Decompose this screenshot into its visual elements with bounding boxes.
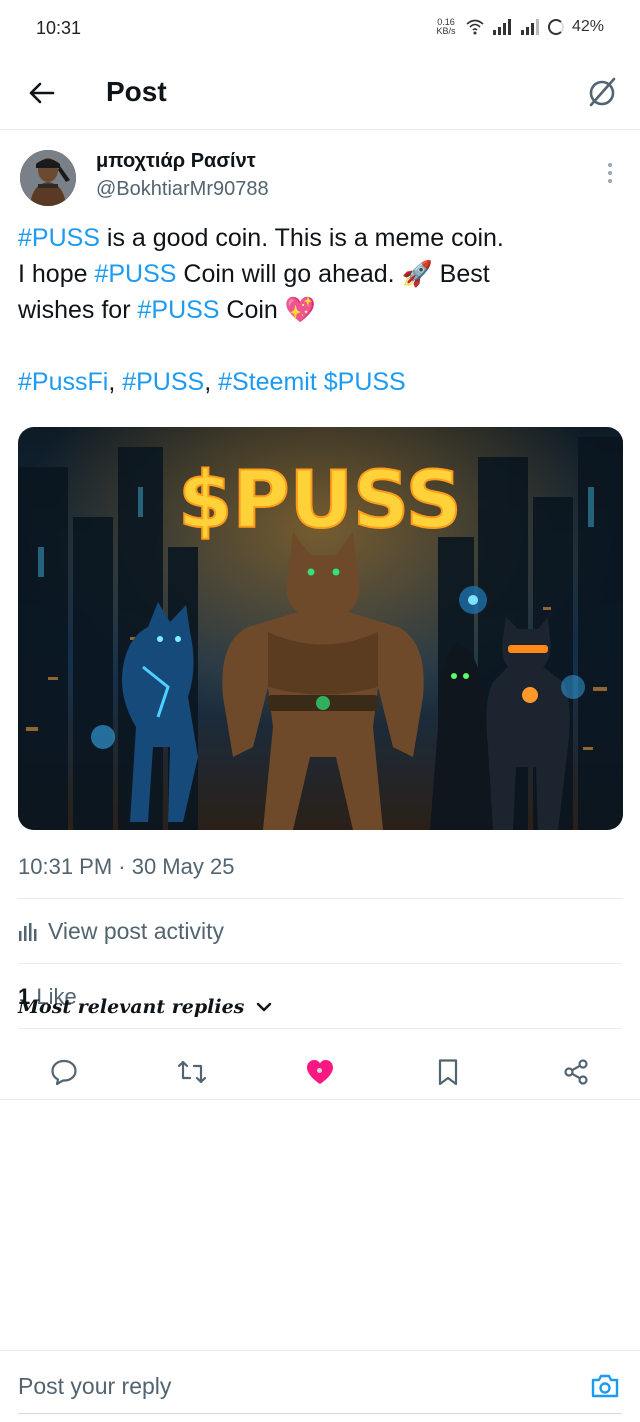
chevron-down-icon	[257, 1002, 272, 1012]
divider	[18, 1028, 622, 1029]
tweet-timestamp: 10:31 PM · 30 May 25	[18, 854, 235, 879]
status-bar: 10:31 0.16 KB/s 42%	[0, 0, 640, 60]
hashtag-link[interactable]: #PUSS	[94, 260, 176, 288]
signal-icon-2	[520, 19, 539, 35]
replies-sort-label: Most relevant replies	[18, 996, 245, 1018]
camera-icon	[591, 1374, 619, 1398]
grok-button[interactable]	[584, 74, 620, 110]
hashtag-link[interactable]: #PussFi	[18, 368, 108, 396]
share-icon	[564, 1059, 588, 1085]
bookmark-icon	[438, 1059, 458, 1086]
back-button[interactable]	[24, 76, 58, 110]
tweet-line-3: wishes for #PUSS Coin 💖	[18, 296, 316, 324]
display-name[interactable]: μποχτιάρ Ρασίντ	[96, 150, 256, 173]
grok-icon	[589, 77, 616, 107]
tweet-line-1: #PUSS is a good coin. This is a meme coi…	[18, 224, 504, 252]
top-bar: Post	[0, 60, 640, 130]
tweet-line-2: I hope #PUSS Coin will go ahead. 🚀 Best	[18, 260, 490, 288]
reply-input[interactable]	[18, 1373, 558, 1400]
loading-indicator	[317, 1068, 322, 1073]
avatar[interactable]	[20, 150, 76, 206]
back-arrow-icon	[29, 82, 55, 104]
hashtag-link[interactable]: #PUSS	[18, 224, 100, 252]
hashtag-link[interactable]: #Steemit	[218, 368, 317, 396]
reply-composer	[0, 1350, 640, 1422]
more-vertical-icon	[608, 163, 612, 167]
media-headline: $PUSS	[178, 456, 462, 546]
wifi-icon	[466, 19, 484, 35]
view-post-activity-label: View post activity	[48, 918, 224, 944]
section-divider	[0, 1099, 640, 1100]
hashtag-link[interactable]: #PUSS	[122, 368, 204, 396]
reply-input-underline	[18, 1413, 622, 1414]
repost-button[interactable]	[174, 1054, 210, 1090]
reply-icon	[51, 1059, 77, 1086]
user-handle[interactable]: @BokhtiarMr90788	[96, 178, 269, 201]
battery-icon	[547, 19, 564, 35]
repost-icon	[177, 1060, 207, 1084]
tweet-text: #PUSS is a good coin. This is a meme coi…	[18, 220, 618, 400]
bookmark-button[interactable]	[430, 1054, 466, 1090]
divider	[18, 898, 622, 899]
reply-button[interactable]	[46, 1054, 82, 1090]
avatar-image	[20, 150, 76, 206]
battery-percent: 42%	[571, 18, 604, 35]
tweet-media-image[interactable]: $PUSS	[18, 427, 623, 830]
bar-chart-icon	[19, 922, 37, 941]
cashtag-link[interactable]: $PUSS	[324, 368, 406, 396]
network-speed: 0.16 KB/s	[436, 17, 456, 36]
status-time: 10:31	[36, 18, 82, 38]
share-button[interactable]	[558, 1054, 594, 1090]
tweet-hashtags: #PussFi, #PUSS, #Steemit $PUSS	[18, 368, 406, 396]
page-title: Post	[106, 76, 167, 107]
view-post-activity[interactable]: View post activity	[18, 918, 224, 945]
more-options-button[interactable]	[600, 160, 620, 186]
hashtag-link[interactable]: #PUSS	[137, 296, 219, 324]
status-icons: 0.16 KB/s 42%	[434, 18, 604, 36]
camera-button[interactable]	[588, 1369, 622, 1403]
signal-icon	[492, 19, 511, 35]
replies-sort-toggle[interactable]: Most relevant replies	[18, 996, 272, 1018]
media-artwork: $PUSS	[18, 427, 623, 830]
divider	[18, 963, 622, 964]
